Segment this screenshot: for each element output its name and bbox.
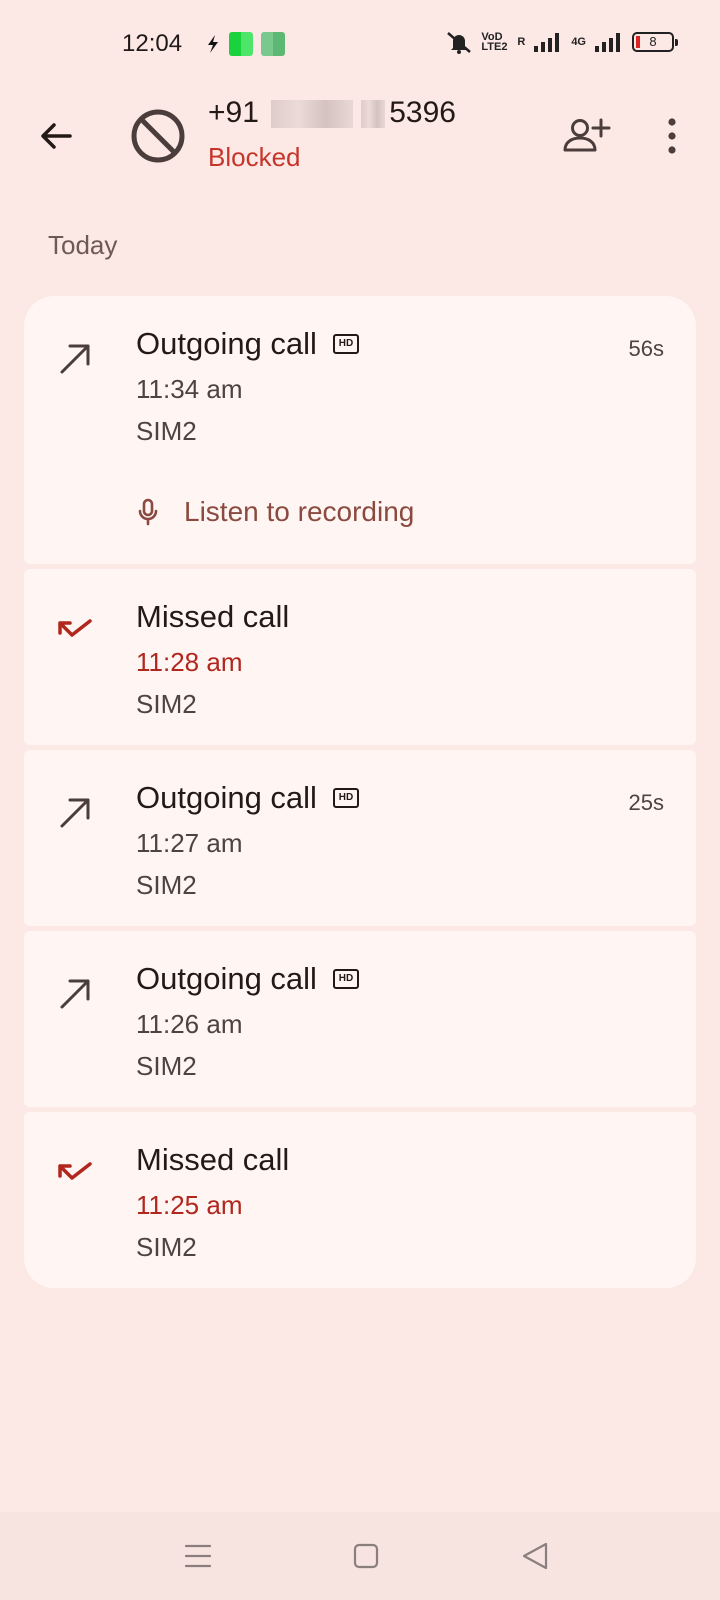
status-right-icons: VoD LTE2 R 4G 8 [445,30,678,54]
blocked-icon [131,109,185,163]
call-time: 11:25 am [136,1190,243,1220]
flash-icon [208,35,218,53]
listen-recording-label: Listen to recording [184,496,415,527]
call-entry[interactable]: Missed call 11:28 am SIM2 [24,569,696,745]
call-history-list: Outgoing call HD 56s 11:34 am SIM2 Liste… [24,296,696,1293]
home-icon[interactable] [346,1538,386,1574]
battery-icon: 8 [632,32,678,52]
signal-icon [534,33,560,52]
call-entry[interactable]: Outgoing call HD 11:26 am SIM2 [24,931,696,1107]
recent-apps-icon[interactable] [178,1538,218,1574]
outgoing-arrow-icon [60,344,90,374]
listen-recording-button[interactable]: Listen to recording [136,496,414,528]
call-type: Outgoing call HD [136,326,359,362]
call-sim: SIM2 [136,1232,197,1262]
call-type: Outgoing call HD [136,780,359,816]
volte-label: VoD LTE2 [481,31,508,53]
redacted-digits [361,100,386,129]
call-sim: SIM2 [136,689,197,719]
call-sim: SIM2 [136,1051,197,1081]
call-entry[interactable]: Outgoing call HD 25s 11:27 am SIM2 [24,750,696,926]
call-type-label: Missed call [136,599,290,634]
blocked-status: Blocked [208,142,301,172]
hd-icon: HD [332,334,359,354]
call-time: 11:26 am [136,1009,243,1039]
missed-call-icon [58,1162,92,1180]
call-type-label: Outgoing call [136,326,317,361]
missed-call-icon [58,619,92,637]
outgoing-arrow-icon [60,798,90,828]
data-label: 4G [571,36,586,48]
call-type-label: Outgoing call [136,961,317,996]
microphone-icon [138,498,158,526]
mute-bell-icon [447,32,472,54]
roaming-label: R [517,36,526,48]
phone-number: +91 5396 [208,96,456,130]
call-type-label: Missed call [136,1142,290,1177]
call-time: 11:28 am [136,647,243,677]
back-arrow-icon[interactable] [34,114,78,158]
call-duration: 25s [628,790,664,815]
status-time: 12:04 [122,30,183,57]
notification-app-icon [229,32,253,56]
call-type: Missed call [136,599,289,635]
call-sim: SIM2 [136,416,197,446]
call-time: 11:34 am [136,374,243,404]
call-type-label: Outgoing call [136,780,317,815]
call-entry[interactable]: Missed call 11:25 am SIM2 [24,1112,696,1288]
hd-icon: HD [332,969,359,989]
hd-icon: HD [332,788,359,808]
status-left-icons [205,32,285,56]
outgoing-arrow-icon [60,979,90,1009]
call-type: Outgoing call HD [136,961,359,997]
notification-app-icon [261,32,285,56]
section-today-label: Today [48,230,118,260]
status-bar: 12:04 VoD LTE2 R 4G 8 [0,0,720,92]
phone-number-suffix: 5396 [389,96,456,129]
call-sim: SIM2 [136,870,197,900]
call-time: 11:27 am [136,828,243,858]
call-type: Missed call [136,1142,289,1178]
signal-icon [595,33,620,52]
redacted-digits [271,100,354,129]
back-nav-icon[interactable] [516,1538,556,1574]
more-options-icon[interactable] [652,114,692,158]
phone-number-prefix: +91 [208,96,259,129]
app-bar: +91 5396 Blocked [0,92,720,202]
call-entry[interactable]: Outgoing call HD 56s 11:34 am SIM2 Liste… [24,296,696,564]
system-nav-bar [0,1512,720,1600]
add-contact-icon[interactable] [562,114,612,158]
call-duration: 56s [628,336,664,361]
